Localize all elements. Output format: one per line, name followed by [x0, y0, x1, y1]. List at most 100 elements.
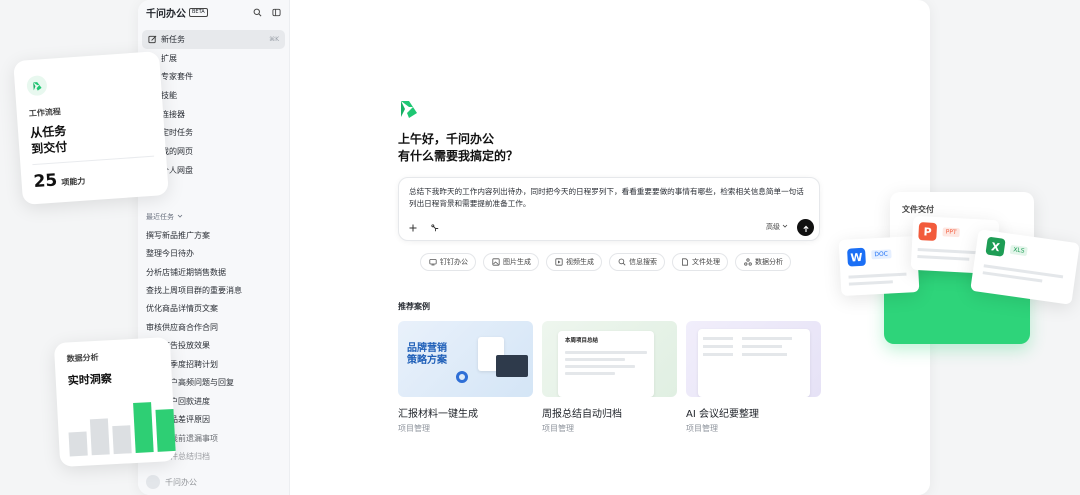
thumbnail-line: [565, 365, 635, 368]
chip-label: 数据分析: [755, 258, 783, 266]
thumbnail-heading-line: 品牌营销: [407, 343, 447, 354]
avatar: [146, 475, 160, 489]
workflow-count: 25 项能力: [33, 169, 86, 193]
greeting: 上午好，千问办公 有什么需要我搞定的？: [398, 131, 518, 165]
nav-item-skills[interactable]: 技能: [142, 86, 285, 105]
chip-search[interactable]: 信息搜索: [609, 253, 665, 271]
chip-image[interactable]: 图片生成: [483, 253, 539, 271]
recent-task-item[interactable]: 撰写新品推广方案: [146, 226, 285, 244]
search-icon: [617, 258, 626, 267]
prompt-input[interactable]: 总结下我昨天的工作内容列出待办，同时把今天的日程罗列下，看看重要要做的事情有哪些…: [398, 177, 820, 241]
case-card[interactable]: 品牌营销 策略方案 汇报材料一键生成 项目管理: [398, 321, 533, 434]
case-card[interactable]: AI 会议纪要整理 项目管理: [686, 321, 821, 434]
thumbnail-line: [742, 337, 792, 340]
chart-bar-highlight: [155, 408, 176, 452]
recent-task-item[interactable]: 查找上周项目群的重要消息: [146, 281, 285, 299]
excel-icon: X: [985, 236, 1006, 257]
nav-item-expert-suite[interactable]: 专家套件: [142, 67, 285, 86]
analysis-promo-card: 数据分析 实时洞察: [53, 337, 177, 467]
chip-dingtalk[interactable]: 钉钉办公: [420, 253, 476, 271]
dingtalk-icon: [428, 258, 437, 267]
chip-data[interactable]: 数据分析: [735, 253, 791, 271]
beta-badge: BETA: [189, 7, 208, 17]
sidebar-toggle-icon[interactable]: [271, 7, 281, 17]
chip-label: 钉钉办公: [440, 258, 468, 266]
powerpoint-icon: P: [918, 222, 938, 242]
thumbnail-doc-title: 本周项目总结: [565, 338, 599, 344]
chevron-down-icon: [782, 223, 788, 231]
chip-video[interactable]: 视频生成: [546, 253, 602, 271]
thumbnail-line: [565, 372, 615, 375]
case-thumbnail: [686, 321, 821, 397]
chart-bar: [89, 418, 110, 456]
workflow-title: 从任务 到交付: [30, 123, 68, 157]
user-profile[interactable]: 千问办公: [146, 475, 197, 489]
thumbnail-line: [703, 345, 733, 348]
chart-bar-highlight: [133, 402, 154, 453]
chevron-down-icon: [177, 213, 183, 221]
recent-task-item[interactable]: 整理今日待办: [146, 244, 285, 262]
chip-label: 文件处理: [692, 258, 720, 266]
workflow-promo-card: 工作流程 从任务 到交付 25 项能力: [13, 51, 169, 205]
case-title: 汇报材料一键生成: [398, 409, 478, 420]
prompt-text[interactable]: 总结下我昨天的工作内容列出待办，同时把今天的日程罗列下，看看重要要做的事情有哪些…: [409, 186, 811, 210]
tools-icon[interactable]: [429, 222, 441, 234]
advanced-mode-select[interactable]: 高级: [766, 222, 788, 232]
nav-label: 新任务: [161, 34, 185, 44]
xls-tag: XLS: [1009, 244, 1029, 257]
search-icon[interactable]: [252, 7, 262, 17]
thumbnail-line: [742, 345, 782, 348]
analysis-title: 实时洞察: [67, 372, 113, 388]
thumbnail-doc: 本周项目总结: [558, 331, 654, 397]
chart-bar: [68, 431, 88, 457]
workflow-label: 工作流程: [28, 107, 62, 119]
nav-item-new-task[interactable]: 新任务 ⌘K: [142, 30, 285, 49]
qianwen-logo-icon: [398, 98, 420, 124]
case-card[interactable]: 本周项目总结 周报总结自动归档 项目管理: [542, 321, 677, 434]
quick-action-chips: 钉钉办公 图片生成 视频生成 信息搜索 文件处理 数据分析: [420, 253, 798, 271]
send-button[interactable]: [797, 219, 814, 236]
file-line: [917, 255, 970, 261]
video-icon: [554, 258, 563, 267]
app-title: 千问办公: [146, 8, 186, 20]
capability-count: 25: [32, 170, 58, 193]
thumbnail-heading: 品牌营销 策略方案: [407, 343, 447, 367]
doc-file-card: W DOC: [838, 235, 920, 297]
bottom-fade: [290, 425, 930, 495]
main-panel: 上午好，千问办公 有什么需要我搞定的？ 总结下我昨天的工作内容列出待办，同时把今…: [290, 0, 930, 495]
recent-task-item[interactable]: 分析店铺近期销售数据: [146, 263, 285, 281]
file-line: [848, 272, 907, 279]
case-thumbnail: 品牌营销 策略方案: [398, 321, 533, 397]
recent-task-item[interactable]: 优化商品详情页文案: [146, 300, 285, 318]
delivery-promo: 文件交付 W DOC P PPT X XLS: [838, 192, 1080, 352]
workflow-title-line: 到交付: [30, 139, 68, 157]
shortcut-hint: ⌘K: [269, 35, 279, 43]
qianwen-logo-icon: [26, 74, 48, 97]
add-icon[interactable]: [407, 222, 419, 234]
greeting-line-1: 上午好，千问办公: [398, 132, 495, 146]
file-line: [848, 280, 893, 286]
case-thumbnail: 本周项目总结: [542, 321, 677, 397]
case-tag: 项目管理: [686, 424, 718, 433]
nav-label: 连接器: [161, 109, 185, 119]
thumbnail-line: [565, 358, 625, 361]
user-name: 千问办公: [165, 477, 197, 487]
case-title: 周报总结自动归档: [542, 409, 622, 420]
recent-tasks-title[interactable]: 最近任务: [146, 212, 183, 222]
recent-tasks-label: 最近任务: [146, 213, 174, 221]
advanced-label: 高级: [766, 223, 780, 231]
recent-task-item[interactable]: 审核供应商合作合同: [146, 318, 285, 336]
divider: [32, 155, 155, 166]
delivery-label: 文件交付: [902, 205, 934, 214]
nav-label: 技能: [161, 90, 177, 100]
thumbnail-line: [565, 351, 647, 354]
case-title: AI 会议纪要整理: [686, 409, 759, 420]
recommend-title: 推荐案例: [398, 302, 430, 311]
capability-label: 项能力: [61, 176, 86, 188]
nav-label: 扩展: [161, 53, 177, 63]
sidebar-header: 千问办公 BETA: [146, 5, 281, 20]
nav-item-extension[interactable]: 扩展: [142, 49, 285, 68]
analysis-bar-chart: [67, 401, 176, 457]
chip-file[interactable]: 文件处理: [672, 253, 728, 271]
thumbnail-target: [456, 371, 468, 383]
